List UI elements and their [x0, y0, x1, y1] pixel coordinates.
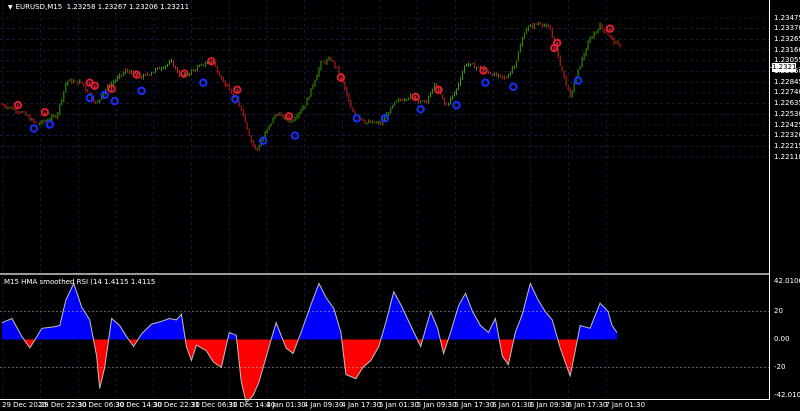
time-tick-label: 5 Jan 17:30 — [454, 401, 495, 409]
price-tick-label: 1.23160 — [774, 45, 800, 54]
indicator-title: M15 HMA smoothed RSI (14 1.4115 1.4115 — [4, 278, 156, 286]
chart-title: ▼ EURUSD,M15 1.23258 1.23267 1.23206 1.23… — [8, 3, 189, 12]
buy-signal-icon — [100, 90, 109, 100]
panel-separator[interactable] — [0, 273, 770, 275]
buy-signal-icon — [137, 86, 146, 96]
ohlc-label: 1.23258 1.23267 1.23206 1.23211 — [66, 3, 190, 11]
rsi-line — [1, 282, 618, 404]
buy-signal-icon — [352, 114, 362, 123]
symbol-label: EURUSD,M15 — [15, 3, 63, 11]
price-tick-label: 1.23370 — [774, 24, 800, 33]
price-tick-label: 1.22740 — [774, 88, 800, 97]
current-price-tag: 1.23211 — [772, 63, 800, 72]
time-tick-label: 6 Jan 17:30 — [567, 401, 608, 409]
buy-signal-icon — [110, 96, 119, 106]
price-tick-label: 1.22110 — [774, 152, 800, 161]
indicator-tick-label: -42.0106 — [774, 391, 800, 399]
buy-signal-icon — [45, 120, 55, 129]
time-tick-label: 6 Jan 01:30 — [492, 401, 532, 409]
time-tick-label: 4 Jan 09:30 — [303, 401, 344, 409]
dropdown-triangle-icon[interactable]: ▼ — [8, 3, 13, 12]
buy-signal-icon — [573, 76, 583, 85]
buy-signal-icon — [481, 78, 490, 87]
time-tick-label: 4 Jan 17:30 — [341, 401, 382, 409]
rsi-indicator — [0, 282, 770, 404]
signal-arrows — [13, 24, 615, 145]
buy-signal-icon — [231, 94, 240, 104]
buy-signal-icon — [29, 124, 39, 133]
price-tick-label: 1.22215 — [774, 141, 800, 150]
time-tick-label: 7 Jan 01:30 — [605, 401, 646, 409]
buy-signal-icon — [452, 100, 461, 110]
price-tick-label: 1.23475 — [774, 13, 800, 22]
time-tick-label: 5 Jan 01:30 — [379, 401, 419, 409]
indicator-tick-label: 42.0106 — [774, 277, 800, 285]
buy-signal-icon — [85, 93, 94, 103]
buy-signal-icon — [199, 78, 208, 87]
indicator-tick-label: 0.00 — [774, 335, 790, 343]
buy-signal-icon — [416, 105, 425, 114]
price-tick-label: 1.22530 — [774, 109, 800, 118]
price-tick-label: 1.22425 — [774, 120, 800, 129]
indicator-tick-label: 20 — [774, 307, 783, 315]
price-tick-label: 1.22320 — [774, 131, 800, 140]
buy-signal-icon — [509, 82, 518, 91]
price-tick-label: 1.22845 — [774, 77, 800, 86]
indicator-tick-label: -20 — [774, 363, 786, 371]
chart-canvas[interactable] — [0, 0, 800, 411]
time-tick-label: 5 Jan 09:30 — [416, 401, 457, 409]
time-tick-label: 6 Jan 09:30 — [529, 401, 570, 409]
price-tick-label: 1.23265 — [774, 34, 800, 43]
time-tick-label: 4 Jan 01:30 — [265, 401, 306, 409]
price-tick-label: 1.22635 — [774, 99, 800, 108]
